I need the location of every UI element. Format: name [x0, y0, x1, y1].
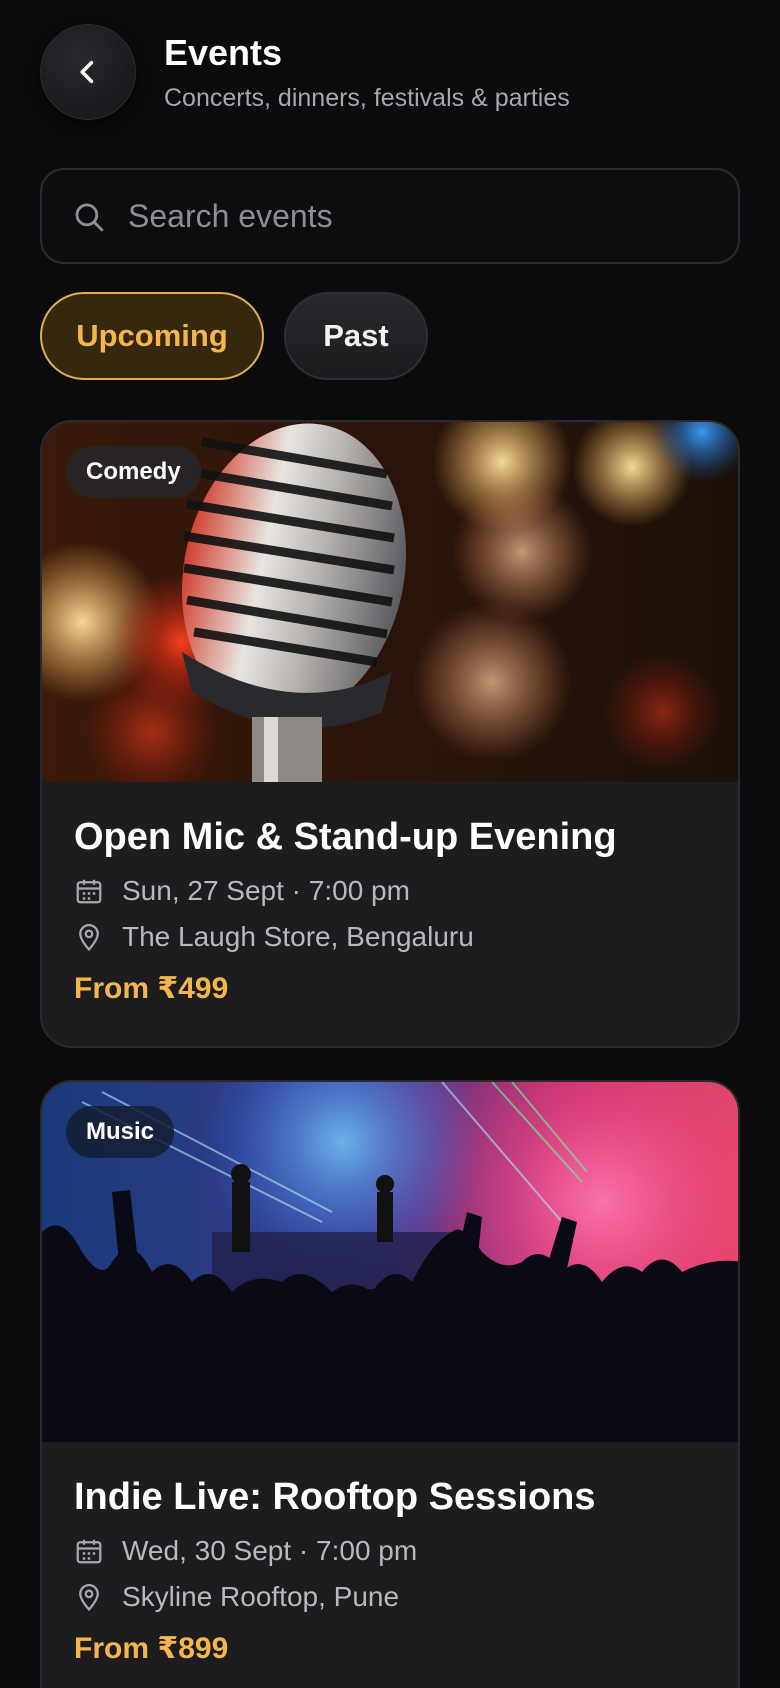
search-bar[interactable]	[40, 168, 740, 264]
chevron-left-icon	[80, 60, 94, 84]
event-image-concert: Music	[42, 1082, 738, 1442]
event-title: Indie Live: Rooftop Sessions	[74, 1476, 596, 1518]
search-input[interactable]	[128, 170, 708, 262]
tab-past[interactable]: Past	[284, 292, 428, 380]
event-venue: Skyline Rooftop, Pune	[122, 1581, 400, 1612]
tab-upcoming[interactable]: Upcoming	[40, 292, 264, 380]
event-image-microphone: Comedy	[42, 422, 738, 782]
event-venue: The Laugh Store, Bengaluru	[122, 921, 474, 952]
event-date: Wed, 30 Sept · 7:00 pm	[122, 1535, 418, 1566]
event-title: Open Mic & Stand-up Evening	[74, 816, 617, 858]
category-badge: Music	[66, 1106, 175, 1158]
calendar-icon	[76, 879, 102, 904]
page-title: Events	[164, 32, 283, 73]
event-venue-row: Skyline Rooftop, Pune	[74, 1581, 706, 1613]
location-pin-icon	[79, 1584, 99, 1612]
event-venue-row: The Laugh Store, Bengaluru	[74, 921, 706, 953]
event-date-row: Sun, 27 Sept · 7:00 pm	[74, 875, 706, 907]
event-card[interactable]: Music Indie Live: Rooftop Sessions Wed, …	[40, 1080, 740, 1688]
page-header: Events Concerts, dinners, festivals & pa…	[40, 24, 740, 120]
page-subtitle: Concerts, dinners, festivals & parties	[164, 84, 570, 112]
search-icon	[75, 203, 104, 232]
category-badge: Comedy	[66, 446, 201, 498]
event-price: From ₹499	[74, 972, 229, 1005]
event-date: Sun, 27 Sept · 7:00 pm	[122, 875, 410, 906]
location-pin-icon	[79, 924, 99, 952]
event-price: From ₹899	[74, 1632, 229, 1665]
event-date-row: Wed, 30 Sept · 7:00 pm	[74, 1535, 706, 1567]
calendar-icon	[76, 1539, 102, 1564]
back-button[interactable]	[40, 24, 136, 120]
event-card[interactable]: Comedy Open Mic & Stand-up Evening Sun, …	[40, 420, 740, 1048]
